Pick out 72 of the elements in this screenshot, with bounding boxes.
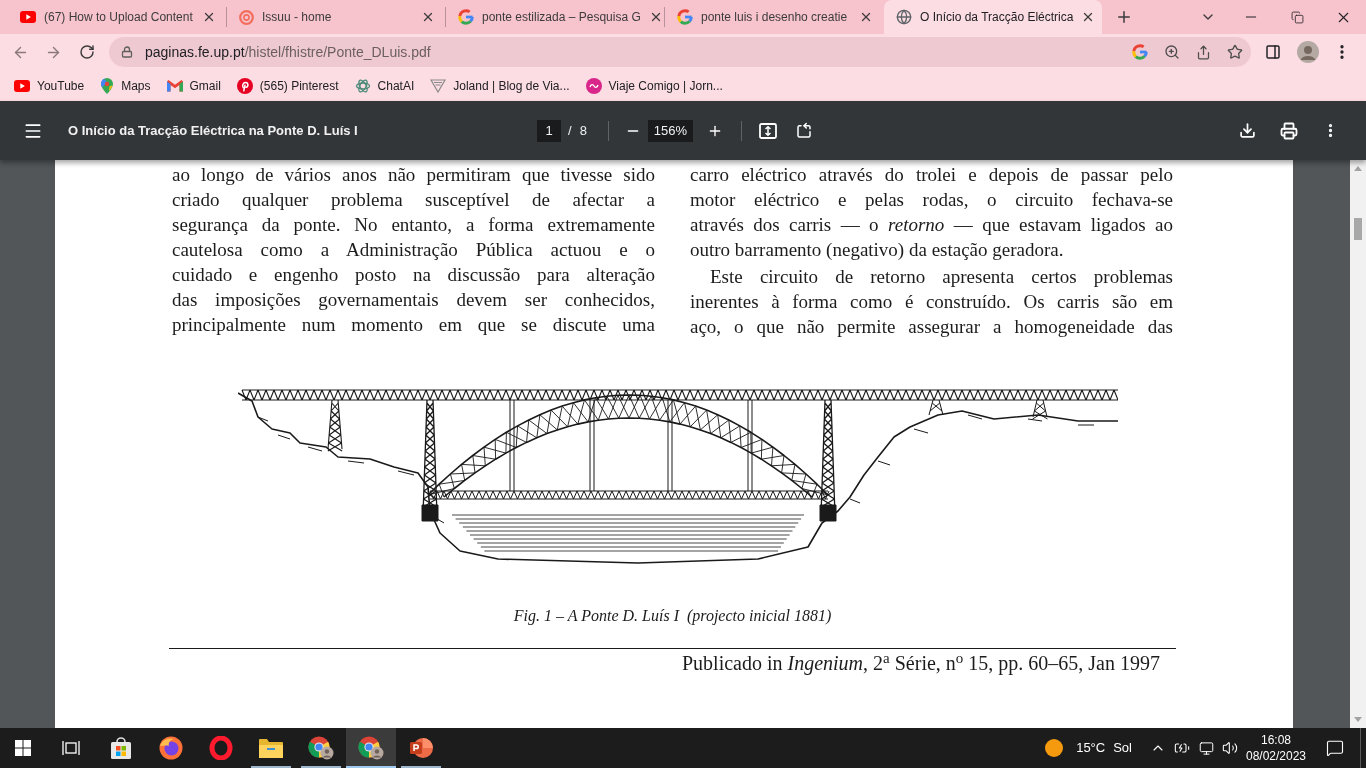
notification-icon[interactable] bbox=[1326, 739, 1344, 757]
folder-icon bbox=[259, 738, 283, 758]
download-icon[interactable] bbox=[1239, 122, 1256, 139]
close-icon[interactable] bbox=[202, 10, 216, 24]
page-separator: / bbox=[568, 121, 572, 140]
start-icon[interactable] bbox=[15, 740, 31, 756]
bookmark-link[interactable]: Viaje Comigo | Jorn... bbox=[577, 72, 731, 99]
weather-condition: Sol bbox=[1113, 739, 1132, 758]
atom-icon bbox=[354, 77, 371, 94]
globe-icon bbox=[896, 9, 912, 25]
close-icon[interactable] bbox=[421, 10, 435, 24]
page-count: 8 bbox=[579, 121, 587, 140]
circle-logo-icon bbox=[585, 77, 602, 94]
address-bar[interactable]: paginas.fe.up.pt/histel/fhistre/Ponte_DLuis.pdf bbox=[109, 37, 1251, 67]
envelope-icon bbox=[166, 79, 183, 92]
share-icon[interactable] bbox=[1196, 44, 1211, 60]
bookmark-link[interactable]: Gmail bbox=[158, 72, 229, 99]
reload-icon[interactable] bbox=[79, 44, 95, 60]
lock-icon bbox=[121, 46, 133, 58]
browser-profile-icon bbox=[308, 736, 334, 760]
print-icon[interactable] bbox=[1280, 121, 1298, 140]
restore-icon[interactable] bbox=[1290, 10, 1304, 24]
publication-note: Publicado in Ingenium, 2$^{a}$ Série, n$^{o}$ 15, pp. 60–65, Jan 1997 bbox=[681, 651, 1160, 675]
body-paragraph: Este circuito de retorno apresenta certos problemas inerentes à forma como é construído. Os carris são em aço, o que não permite assegurar a homogeneidade das bbox=[690, 265, 1173, 339]
url-text: paginas.fe.up.pt/histel/fhistre/Ponte_DLuis.pdf bbox=[145, 42, 431, 62]
close-icon[interactable] bbox=[859, 10, 873, 24]
g-logo-icon bbox=[458, 9, 474, 25]
shopping-bag-icon bbox=[110, 737, 132, 759]
round-logo-icon bbox=[159, 736, 183, 760]
monitor-icon[interactable] bbox=[1198, 740, 1214, 756]
map-pin-icon bbox=[100, 77, 115, 94]
g-logo-icon bbox=[677, 9, 693, 25]
pin-logo-icon bbox=[236, 77, 253, 94]
browser-tab[interactable]: Issuu - home bbox=[227, 0, 445, 34]
browser-tab[interactable]: O Início da Tracção Eléctrica bbox=[884, 0, 1102, 34]
body-paragraph: carro eléctrico através do trolei e depois de passar pelo motor eléctrico e pelas rodas, o circuito fechava-se através dos carris — o retorno — que estavam ligados ao outro barramento (negativo) da estação geradora. bbox=[690, 163, 1173, 262]
bookmark-link[interactable]: ChatAI bbox=[346, 72, 423, 99]
bookmark-link[interactable]: YouTube bbox=[6, 72, 93, 99]
browser-tab[interactable]: ponte estilizada – Pesquisa G bbox=[446, 0, 664, 34]
scrollbar-thumb[interactable] bbox=[1354, 218, 1362, 240]
task-view-icon[interactable] bbox=[62, 740, 80, 756]
fit-page-icon[interactable] bbox=[758, 122, 777, 139]
rotate-icon[interactable] bbox=[794, 121, 813, 140]
browser-profile-icon bbox=[358, 736, 384, 760]
play-button-icon bbox=[14, 79, 30, 92]
triangle-icon bbox=[430, 78, 447, 93]
play-button-icon bbox=[20, 11, 36, 23]
zoom-field[interactable]: 156% bbox=[647, 119, 693, 142]
new-tab-icon[interactable] bbox=[1115, 8, 1133, 26]
ring-logo-icon bbox=[209, 736, 233, 760]
side-panel-icon[interactable] bbox=[1265, 44, 1281, 60]
browser-tab[interactable]: (67) How to Upload Content bbox=[8, 0, 226, 34]
page-number-field[interactable]: 1 bbox=[537, 119, 561, 142]
g-logo-icon[interactable] bbox=[1132, 44, 1148, 60]
figure-caption: Fig. 1 – A Ponte D. Luís I (projecto inicial 1881) bbox=[512, 606, 833, 627]
bookmark-link[interactable]: Joland | Blog de Via... bbox=[422, 72, 578, 99]
speaker-icon[interactable] bbox=[1222, 740, 1238, 756]
taskbar-app-button[interactable] bbox=[346, 728, 396, 768]
weather-temperature: 15°C bbox=[1076, 739, 1106, 758]
star-icon[interactable] bbox=[1227, 44, 1243, 60]
zoom-icon[interactable] bbox=[1164, 44, 1180, 60]
browser-tab[interactable]: ponte luis i desenho creatie bbox=[665, 0, 883, 34]
avatar-icon[interactable] bbox=[1297, 41, 1319, 63]
bookmark-link[interactable]: (565) Pinterest bbox=[228, 72, 347, 99]
battery-icon[interactable] bbox=[1174, 740, 1190, 756]
sun-icon bbox=[1045, 739, 1064, 757]
document-title: O Início da Tracção Eléctrica na Ponte D. Luís I bbox=[68, 121, 358, 140]
bookmark-link[interactable]: Maps bbox=[92, 72, 159, 99]
ring-icon bbox=[239, 9, 254, 25]
clock[interactable]: 16:08 08/02/2023 bbox=[1242, 732, 1310, 764]
slides-app-icon bbox=[409, 737, 433, 759]
body-paragraph: ao longo de vários anos não permitiram que tivesse sido criado qualquer problema susceptível de afectar a segurança da ponte. No entanto, a forma extremamente cautelosa como a Administração Pública actuou e o cuidado e engenho posto na discussão para alteração das imposições governamentais devem ser conhecidos, principalmente num momento em que se discute uma bbox=[172, 163, 655, 337]
